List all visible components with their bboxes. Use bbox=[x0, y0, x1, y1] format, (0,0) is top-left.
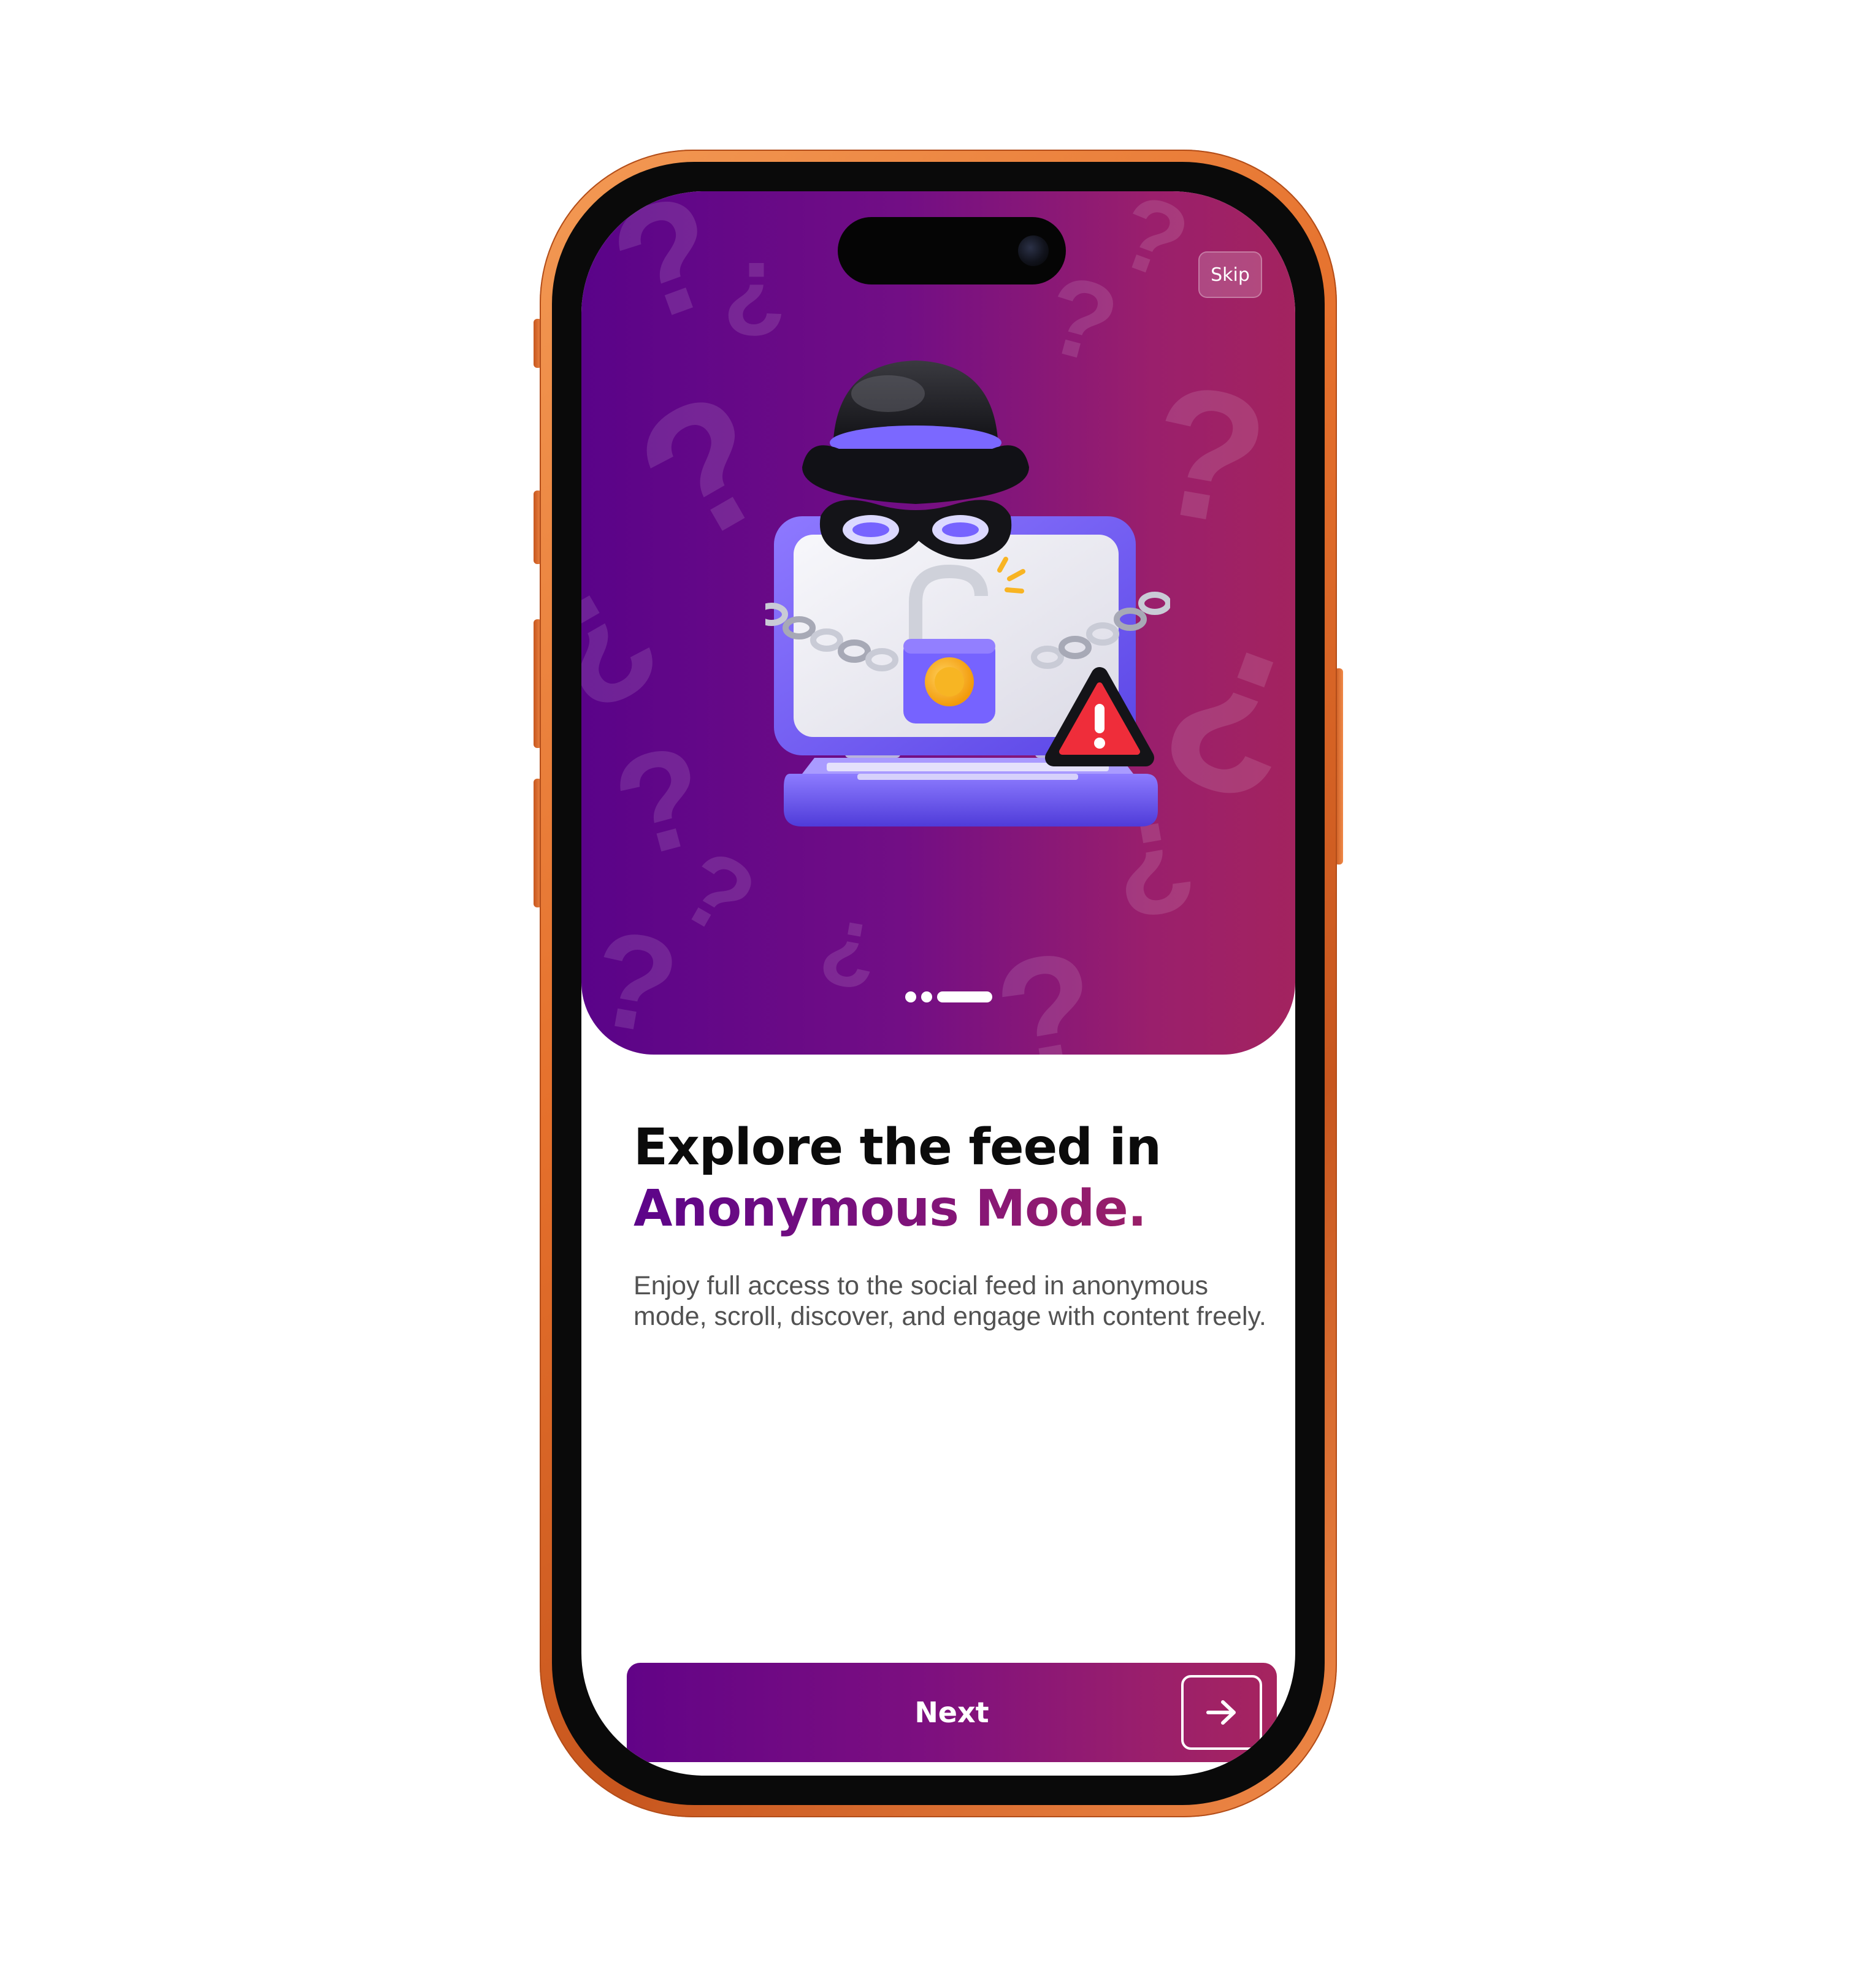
phone-bezel: ? ? ? ? ? ? ? ? ? ? ? ? ? ? Skip Explore… bbox=[552, 162, 1325, 1805]
phone-frame: ? ? ? ? ? ? ? ? ? ? ? ? ? ? Skip Explore… bbox=[540, 150, 1337, 1817]
camera-lens bbox=[1018, 235, 1049, 266]
skip-button[interactable]: Skip bbox=[1198, 251, 1262, 298]
laptop-base bbox=[784, 758, 1158, 826]
arrow-right-icon bbox=[1206, 1700, 1236, 1725]
question-mark-decoration: ? bbox=[581, 551, 687, 746]
page-dot-active bbox=[937, 991, 992, 1002]
anonymous-hacker-laptop-icon bbox=[765, 361, 1170, 826]
stage: ? ? ? ? ? ? ? ? ? ? ? ? ? ? Skip Explore… bbox=[0, 0, 1876, 1962]
question-mark-decoration: ? bbox=[581, 901, 689, 1055]
title-line-2-highlight: Anonymous Mode. bbox=[634, 1178, 1247, 1240]
question-mark-decoration: ? bbox=[1103, 191, 1203, 303]
question-mark-decoration: ? bbox=[591, 191, 743, 359]
page-description: Enjoy full access to the social feed in … bbox=[634, 1271, 1266, 1331]
page-dot bbox=[921, 991, 932, 1002]
page-dot bbox=[905, 991, 916, 1002]
next-button-label: Next bbox=[914, 1696, 989, 1729]
hero-banner: ? ? ? ? ? ? ? ? ? ? ? ? ? ? Skip bbox=[581, 191, 1295, 1055]
bucket-hat bbox=[802, 361, 1029, 504]
question-mark-decoration: ? bbox=[812, 899, 886, 1010]
page-title: Explore the feed in Anonymous Mode. bbox=[634, 1117, 1247, 1240]
page-indicator bbox=[905, 991, 992, 1003]
next-arrow-button[interactable] bbox=[1181, 1675, 1262, 1750]
next-button[interactable]: Next bbox=[627, 1663, 1277, 1762]
question-mark-decoration: ? bbox=[984, 917, 1111, 1055]
title-line-1: Explore the feed in bbox=[634, 1118, 1162, 1177]
dynamic-island bbox=[838, 217, 1066, 284]
question-mark-decoration: ? bbox=[722, 240, 786, 357]
phone-screen: ? ? ? ? ? ? ? ? ? ? ? ? ? ? Skip Explore… bbox=[581, 191, 1295, 1776]
